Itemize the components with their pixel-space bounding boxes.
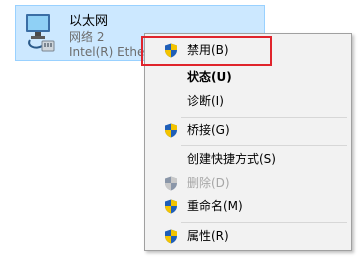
menu-item-label: 桥接(G) xyxy=(187,123,230,137)
menu-item-bridge[interactable]: 桥接(G) xyxy=(145,118,351,142)
menu-item-label: 状态(U) xyxy=(187,70,232,84)
menu-item-create-shortcut[interactable]: 创建快捷方式(S) xyxy=(145,147,351,171)
adapter-name: 以太网 xyxy=(69,14,109,29)
menu-item-label: 诊断(I) xyxy=(187,94,224,108)
adapter-network: 网络 2 xyxy=(69,30,105,44)
menu-item-label: 创建快捷方式(S) xyxy=(187,152,276,166)
context-menu: 禁用(B) 状态(U) 诊断(I) 桥接(G) 创建快捷方式(S) 删除(D) xyxy=(144,33,352,251)
network-adapter-icon xyxy=(26,14,55,52)
uac-shield-icon xyxy=(165,229,177,244)
menu-item-properties[interactable]: 属性(R) xyxy=(145,224,351,248)
menu-separator xyxy=(181,145,347,146)
uac-shield-icon xyxy=(165,123,177,138)
menu-item-status[interactable]: 状态(U) xyxy=(145,65,351,89)
menu-item-label: 重命名(M) xyxy=(187,199,243,213)
menu-item-label: 删除(D) xyxy=(187,176,230,190)
menu-item-label: 禁用(B) xyxy=(187,43,229,57)
menu-item-rename[interactable]: 重命名(M) xyxy=(145,194,351,218)
menu-item-disable[interactable]: 禁用(B) xyxy=(145,38,351,62)
uac-shield-icon xyxy=(165,43,177,58)
uac-shield-icon xyxy=(165,176,177,191)
uac-shield-icon xyxy=(165,199,177,214)
menu-item-delete: 删除(D) xyxy=(145,171,351,195)
menu-item-label: 属性(R) xyxy=(187,229,229,243)
menu-separator xyxy=(181,222,347,223)
menu-item-diagnose[interactable]: 诊断(I) xyxy=(145,89,351,113)
